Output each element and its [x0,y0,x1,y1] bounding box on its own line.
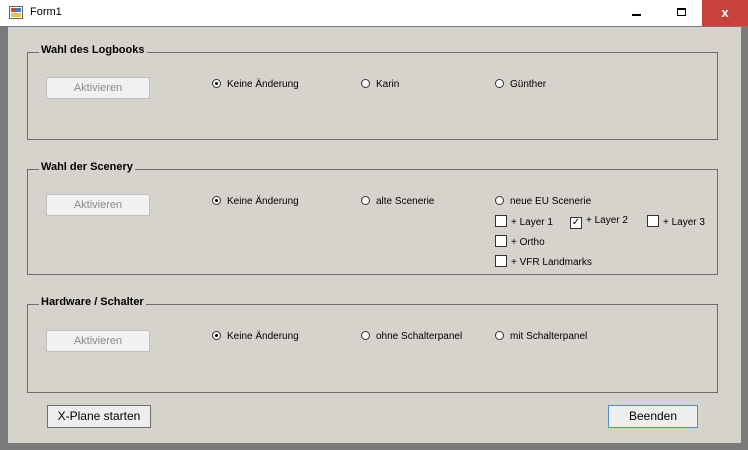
checkbox-icon[interactable] [495,235,507,247]
maximize-button[interactable] [659,0,705,26]
logbook-activate-button[interactable]: Aktivieren [46,77,150,99]
radio-icon[interactable] [495,79,504,88]
radio-icon[interactable] [495,331,504,340]
title-bar[interactable]: Form1 x [0,0,748,26]
checkbox-icon[interactable] [647,215,659,227]
radio-icon[interactable] [361,331,370,340]
minimize-icon [632,14,641,16]
window-title: Form1 [30,6,62,18]
checkbox-checked-icon[interactable]: ✓ [570,217,582,229]
radio-icon[interactable] [361,196,370,205]
vfr-landmarks-checkbox[interactable]: + VFR Landmarks [495,255,592,268]
scenery-group-label: Wahl der Scenery [39,161,135,173]
logbook-option-guenther[interactable]: Günther [495,79,546,90]
hardware-option-with-panel[interactable]: mit Schalterpanel [495,331,587,342]
logbook-option-none[interactable]: Keine Änderung [212,79,299,90]
minimize-button[interactable] [613,0,659,26]
logbook-group: Wahl des Logbooks Aktivieren Keine Änder… [27,44,718,140]
close-icon: x [721,5,729,20]
close-button[interactable]: x [702,0,748,26]
hardware-option-no-panel[interactable]: ohne Schalterpanel [361,331,462,342]
radio-icon[interactable] [495,196,504,205]
checkbox-icon[interactable] [495,255,507,267]
radio-selected-icon[interactable] [212,331,221,340]
exit-button[interactable]: Beenden [608,405,698,428]
radio-selected-icon[interactable] [212,79,221,88]
hardware-group-label: Hardware / Schalter [39,296,146,308]
checkbox-icon[interactable] [495,215,507,227]
layer2-checkbox[interactable]: ✓ + Layer 2 [570,215,628,229]
layer3-checkbox[interactable]: + Layer 3 [647,215,705,228]
scenery-option-none[interactable]: Keine Änderung [212,196,299,207]
ortho-checkbox[interactable]: + Ortho [495,235,545,248]
radio-icon[interactable] [361,79,370,88]
hardware-group: Hardware / Schalter Aktivieren Keine Änd… [27,296,718,393]
hardware-activate-button[interactable]: Aktivieren [46,330,150,352]
radio-selected-icon[interactable] [212,196,221,205]
xplane-start-button[interactable]: X-Plane starten [47,405,151,428]
scenery-option-new-eu[interactable]: neue EU Scenerie [495,196,591,207]
scenery-activate-button[interactable]: Aktivieren [46,194,150,216]
scenery-group: Wahl der Scenery Aktivieren Keine Änderu… [27,161,718,275]
logbook-option-karin[interactable]: Karin [361,79,399,90]
form-client-area: Wahl des Logbooks Aktivieren Keine Änder… [8,27,741,443]
logbook-group-label: Wahl des Logbooks [39,44,147,56]
layer1-checkbox[interactable]: + Layer 1 [495,215,553,228]
scenery-option-old[interactable]: alte Scenerie [361,196,434,207]
maximize-icon [677,8,686,16]
hardware-option-none[interactable]: Keine Änderung [212,331,299,342]
form-icon [9,6,23,19]
